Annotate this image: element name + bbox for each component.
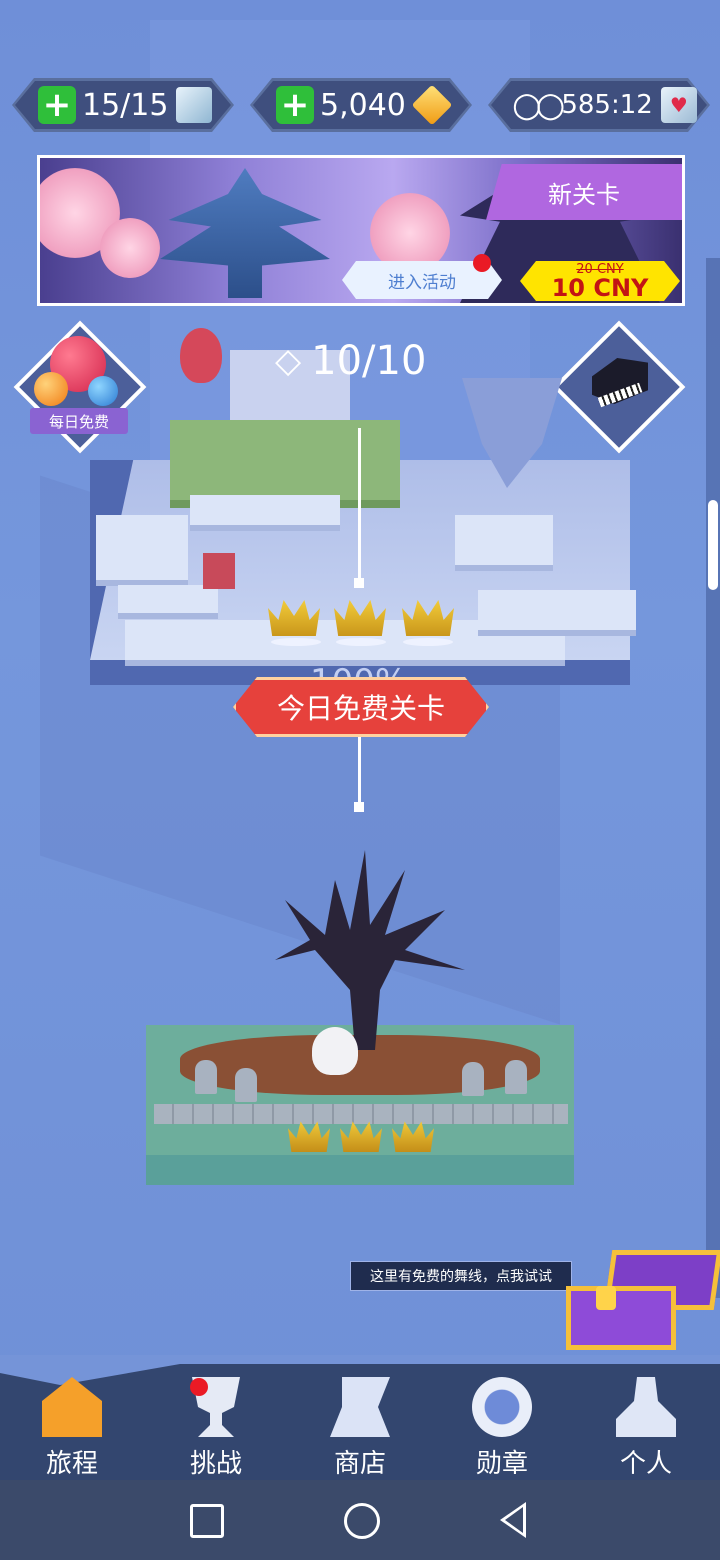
player-cube <box>203 553 235 589</box>
tombstone <box>195 1060 217 1094</box>
white-block <box>190 495 340 525</box>
energy-counter[interactable]: + 15/15 <box>12 78 234 132</box>
nav-medals[interactable]: 勋章 <box>452 1370 552 1480</box>
shop-icon <box>330 1377 390 1437</box>
chest-tooltip: 这里有免费的舞线，点我试试 <box>350 1261 572 1291</box>
infinity-icon: ○○ <box>512 85 560 125</box>
nav-profile[interactable]: 个人 <box>596 1370 696 1480</box>
dead-tree-icon <box>275 850 465 1050</box>
recent-apps-button[interactable] <box>190 1504 224 1538</box>
infinite-timer-counter[interactable]: ○○ 585:12 <box>488 78 710 132</box>
daily-free-label: 每日免费 <box>30 408 128 434</box>
fence-decoration <box>154 1104 568 1124</box>
ice-cube-icon <box>176 87 212 123</box>
add-energy-button[interactable]: + <box>38 86 76 124</box>
event-banner[interactable]: 新关卡 进入活动 20 CNY 10 CNY <box>37 155 685 306</box>
nav-challenge-label: 挑战 <box>189 1449 242 1479</box>
nav-journey[interactable]: 旅程 <box>22 1370 122 1480</box>
nav-profile-label: 个人 <box>619 1449 672 1479</box>
heart-cube-icon <box>661 87 697 123</box>
chest-box <box>566 1286 676 1350</box>
energy-value: 15/15 <box>82 87 169 123</box>
path-node <box>354 578 364 588</box>
new-price: 10 CNY <box>551 273 649 302</box>
new-level-label: 新关卡 <box>486 164 682 220</box>
treasure-chest-button[interactable] <box>566 1250 720 1350</box>
tombstone <box>505 1060 527 1094</box>
coin-counter[interactable]: + 5,040 <box>250 78 472 132</box>
blossom-decoration <box>100 218 160 278</box>
white-block <box>478 590 636 630</box>
crown-stand <box>403 638 453 646</box>
white-block <box>118 585 218 613</box>
skull-decoration <box>312 1027 358 1075</box>
grass-block-decoration <box>170 420 400 500</box>
white-block <box>455 515 553 565</box>
path-line <box>358 737 361 805</box>
balloon-decoration <box>180 328 222 383</box>
nav-journey-label: 旅程 <box>45 1449 98 1479</box>
white-block <box>96 515 188 580</box>
gem-count-value: 10/10 <box>311 338 427 384</box>
nav-challenge[interactable]: 挑战 <box>166 1370 266 1480</box>
gem-count: ◇ 10/10 <box>275 338 426 384</box>
challenge-notification-dot <box>190 1378 208 1396</box>
coin-value: 5,040 <box>320 87 406 123</box>
path-node <box>354 802 364 812</box>
path-line <box>358 428 361 580</box>
notification-dot <box>473 254 491 272</box>
lock-icon <box>596 1286 616 1310</box>
side-scroll-track <box>706 258 720 1298</box>
crown-stand <box>336 638 386 646</box>
blue-gem-icon <box>88 376 118 406</box>
home-button[interactable] <box>344 1503 380 1539</box>
timer-value: 585:12 <box>561 90 653 120</box>
free-level-button[interactable]: 今日免费关卡 <box>233 677 489 737</box>
nav-medals-label: 勋章 <box>475 1449 528 1479</box>
person-icon <box>616 1377 676 1437</box>
add-coins-button[interactable]: + <box>276 86 314 124</box>
nav-shop-label: 商店 <box>333 1449 386 1479</box>
crown-stand <box>271 638 321 646</box>
pagoda-image <box>160 168 330 298</box>
medal-icon <box>472 1377 532 1437</box>
tombstone <box>462 1062 484 1096</box>
nav-shop[interactable]: 商店 <box>310 1370 410 1480</box>
side-scroll-handle[interactable] <box>708 500 718 590</box>
house-icon <box>42 1377 102 1437</box>
back-button[interactable] <box>500 1502 526 1538</box>
diamond-icon: ◇ <box>275 341 302 381</box>
orange-gem-icon <box>34 372 68 406</box>
tombstone <box>235 1068 257 1102</box>
price-tag: 20 CNY 10 CNY <box>520 261 680 301</box>
